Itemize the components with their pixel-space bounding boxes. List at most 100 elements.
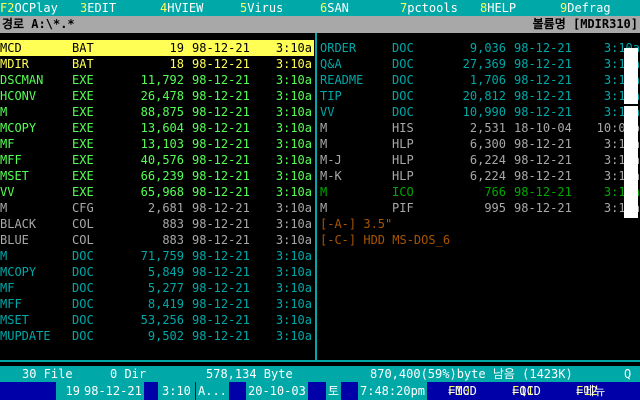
file-size: 18 [169, 57, 184, 71]
file-row[interactable]: MSET EXE 66,239 98-12-21 3:10a [0, 168, 314, 184]
file-size: 65,968 [140, 185, 184, 199]
file-row[interactable]: MFF EXE 40,576 98-12-21 3:10a [0, 152, 314, 168]
file-time: 3:10a [275, 105, 312, 119]
file-date: 98-12-21 [514, 201, 572, 215]
fkey-help[interactable]: 8HELP [480, 0, 560, 16]
file-row[interactable]: MUPDATE DOC 9,502 98-12-21 3:10a [0, 328, 314, 344]
file-ext: DOC [72, 313, 94, 327]
file-name: MF [0, 137, 15, 151]
fkey-ocplay[interactable]: F2OCPlay [0, 0, 80, 16]
file-time: 3:10a [275, 281, 312, 295]
file-row[interactable]: M-J HLP 6,224 98-12-21 3:10a [318, 152, 640, 168]
file-row[interactable]: MFF DOC 8,419 98-12-21 3:10a [0, 296, 314, 312]
file-time: 3:10a [275, 313, 312, 327]
file-size: 6,224 [469, 153, 506, 167]
fkey-defrag[interactable]: 9Defrag [560, 0, 640, 16]
file-date: 98-12-21 [192, 105, 250, 119]
file-row[interactable]: ORDER DOC 9,036 98-12-21 3:10a [318, 40, 640, 56]
file-time: 3:10 [158, 382, 195, 400]
file-date: 98-12-21 [514, 137, 572, 151]
file-size: 20,812 [462, 89, 506, 103]
file-date: 98-12-21 [192, 265, 250, 279]
file-row[interactable]: M HIS 2,531 18-10-04 10:04p [318, 120, 640, 136]
file-time: 3:10a [275, 57, 312, 71]
file-size: 53,256 [140, 313, 184, 327]
file-ext: HLP [392, 169, 414, 183]
file-time: 3:10a [275, 233, 312, 247]
file-row[interactable]: Q&A DOC 27,369 98-12-21 3:10a [318, 56, 640, 72]
file-row[interactable]: DSCMAN EXE 11,792 98-12-21 3:10a [0, 72, 314, 88]
file-row[interactable]: MCD BAT 19 98-12-21 3:10a [0, 40, 314, 56]
file-ext: DOC [392, 57, 414, 71]
file-row[interactable]: MF EXE 13,103 98-12-21 3:10a [0, 136, 314, 152]
right-file-panel: ORDER DOC 9,036 98-12-21 3:10a Q&A DOC 27,369 98… [318, 40, 640, 360]
file-size: 5,849 [147, 265, 184, 279]
file-name: M [320, 201, 328, 215]
file-size: 26,478 [140, 89, 184, 103]
file-ext: EXE [72, 121, 94, 135]
file-name: ORDER [320, 41, 357, 55]
fkey-hview[interactable]: 4HVIEW [160, 0, 240, 16]
file-ext: DOC [392, 105, 414, 119]
free-space: 870,400(59%)byte 남음 (1423K) [370, 367, 573, 381]
weekday: 토 [326, 382, 342, 400]
drive-entry[interactable]: [-C-] HDD MS-DOS_6 [318, 232, 640, 248]
scrollbar[interactable] [624, 48, 638, 218]
file-row[interactable]: HCONV EXE 26,478 98-12-21 3:10a [0, 88, 314, 104]
file-time: 3:10a [275, 297, 312, 311]
file-name: MSET [0, 169, 29, 183]
panel-divider [315, 33, 317, 360]
file-name: MCD [0, 41, 22, 55]
fkey-pctools[interactable]: 7pctools [400, 0, 480, 16]
file-row[interactable]: BLACK COL 883 98-12-21 3:10a [0, 216, 314, 232]
file-row[interactable]: M-K HLP 6,224 98-12-21 3:10a [318, 168, 640, 184]
file-ext: PIF [392, 201, 414, 215]
drive-entry[interactable]: [-A-] 3.5" [318, 216, 640, 232]
file-row[interactable]: TIP DOC 20,812 98-12-21 3:10a [318, 88, 640, 104]
file-name: VV [0, 185, 15, 199]
file-ext: EXE [72, 105, 94, 119]
clock: 7:48:20pm [358, 382, 428, 400]
file-row[interactable]: MCOPY DOC 5,849 98-12-21 3:10a [0, 264, 314, 280]
file-row[interactable]: M DOC 71,759 98-12-21 3:10a [0, 248, 314, 264]
fkey-edit[interactable]: 3EDIT [80, 0, 160, 16]
file-row[interactable]: VV EXE 65,968 98-12-21 3:10a [0, 184, 314, 200]
file-row[interactable]: MF DOC 5,277 98-12-21 3:10a [0, 280, 314, 296]
file-row[interactable]: BLUE COL 883 98-12-21 3:10a [0, 232, 314, 248]
file-date: 98-12-21 [514, 185, 572, 199]
file-row[interactable]: M HLP 6,300 98-12-21 3:10a [318, 136, 640, 152]
dir-count: 0 Dir [110, 367, 147, 381]
file-date: 98-12-21 [192, 281, 250, 295]
item-count: 19 [56, 382, 82, 400]
file-time: 3:10a [275, 41, 312, 55]
file-date: 98-12-21 [192, 329, 250, 343]
file-date: 98-12-21 [514, 153, 572, 167]
file-name: MFF [0, 153, 22, 167]
file-row[interactable]: README DOC 1,706 98-12-21 3:10a [318, 72, 640, 88]
file-ext: BAT [72, 41, 94, 55]
fkey-san[interactable]: 6SAN [320, 0, 400, 16]
file-row[interactable]: MCOPY EXE 13,604 98-12-21 3:10a [0, 120, 314, 136]
file-row[interactable]: M EXE 88,875 98-12-21 3:10a [0, 104, 314, 120]
file-name: M [0, 201, 8, 215]
file-name: BLUE [0, 233, 29, 247]
file-size: 19 [169, 41, 184, 55]
file-date: 98-12-21 [514, 105, 572, 119]
bottom-info-bar: 19 98-12-21 3:10 A... 20-10-03 토 7:48:20… [0, 382, 640, 400]
file-time: 3:10a [275, 137, 312, 151]
file-date: 98-12-21 [514, 57, 572, 71]
file-row[interactable]: MSET DOC 53,256 98-12-21 3:10a [0, 312, 314, 328]
file-ext: COL [72, 217, 94, 231]
file-name: VV [320, 105, 335, 119]
file-time: 3:10a [275, 249, 312, 263]
status-end: Q [624, 367, 632, 381]
file-row[interactable]: M CFG 2,681 98-12-21 3:10a [0, 200, 314, 216]
file-row[interactable]: VV DOC 10,990 98-12-21 3:10a [318, 104, 640, 120]
file-ext: HIS [392, 121, 414, 135]
fkey-virus[interactable]: 5Virus [240, 0, 320, 16]
file-row[interactable]: M ICO 766 98-12-21 3:10a [318, 184, 640, 200]
file-row[interactable]: M PIF 995 98-12-21 3:10a [318, 200, 640, 216]
scrollbar-thumb[interactable] [624, 48, 638, 106]
file-date: 98-12-21 [192, 41, 250, 55]
file-row[interactable]: MDIR BAT 18 98-12-21 3:10a [0, 56, 314, 72]
